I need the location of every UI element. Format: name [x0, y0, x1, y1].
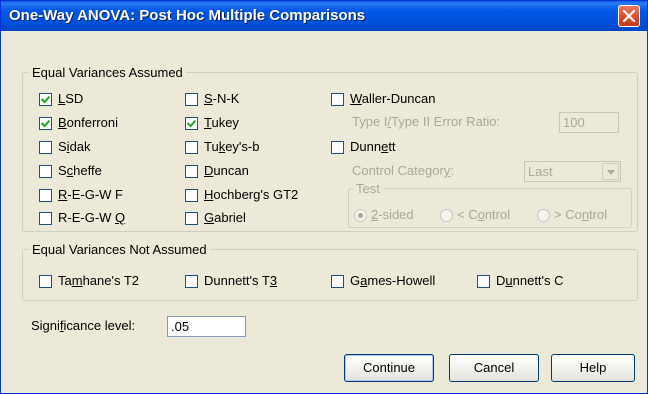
title-bar[interactable]: One-Way ANOVA: Post Hoc Multiple Compari…: [1, 1, 647, 31]
checkbox-box[interactable]: [185, 212, 198, 225]
radio-button[interactable]: [354, 209, 367, 222]
checkbox-box[interactable]: [39, 212, 52, 225]
equal-variances-assumed-legend: Equal Variances Assumed: [29, 65, 186, 80]
checkbox-label: Duncan: [204, 163, 249, 178]
checkbox-box[interactable]: [39, 189, 52, 202]
checkbox-label: Scheffe: [58, 163, 102, 178]
checkbox-box[interactable]: [39, 117, 52, 130]
checkbox-box[interactable]: [185, 117, 198, 130]
checkbox-label: R-E-G-W Q: [58, 210, 126, 225]
type-error-ratio-label: Type I/Type II Error Ratio:: [352, 114, 501, 129]
control-category-value: Last: [528, 164, 553, 179]
significance-level-label: Significance level:: [31, 318, 136, 333]
checkbox-label: Dunnett: [350, 139, 396, 154]
radio-label: 2-sided: [371, 207, 414, 222]
checkbox-label: Waller-Duncan: [350, 91, 436, 106]
checkbox-box[interactable]: [331, 141, 344, 154]
radio-label: > Control: [554, 207, 608, 222]
equal-variances-not-assumed-legend: Equal Variances Not Assumed: [29, 242, 210, 257]
checkmark-icon: [41, 119, 50, 128]
radio-button[interactable]: [537, 209, 550, 222]
control-category-label: Control Category:: [352, 163, 454, 178]
checkbox-label: Sidak: [58, 139, 91, 154]
checkbox-label: Tukey's-b: [204, 139, 260, 154]
checkbox-box[interactable]: [39, 275, 52, 288]
checkbox-label: Bonferroni: [58, 115, 118, 130]
checkbox-label: R-E-G-W F: [58, 187, 123, 202]
checkbox-label: Dunnett's T3: [204, 273, 278, 288]
checkbox-box[interactable]: [477, 275, 490, 288]
checkbox-box[interactable]: [185, 275, 198, 288]
close-icon: [623, 10, 635, 22]
radio-label: < Control: [457, 207, 511, 222]
checkbox-label: Hochberg's GT2: [204, 187, 299, 202]
dropdown-arrow[interactable]: [602, 163, 619, 180]
checkbox-label: Gabriel: [204, 210, 246, 225]
checkbox-label: LSD: [58, 91, 84, 106]
checkbox-box[interactable]: [39, 165, 52, 178]
significance-level-input[interactable]: .05: [167, 316, 246, 337]
control-category-select[interactable]: Last: [524, 161, 621, 182]
checkmark-icon: [41, 95, 50, 104]
checkbox-box[interactable]: [185, 93, 198, 106]
test-legend: Test: [353, 181, 383, 196]
checkbox-box[interactable]: [331, 275, 344, 288]
checkbox-box[interactable]: [39, 141, 52, 154]
dialog-window: One-Way ANOVA: Post Hoc Multiple Compari…: [0, 0, 648, 394]
chevron-down-icon: [607, 170, 615, 175]
checkbox-label: Tukey: [204, 115, 239, 130]
cancel-button[interactable]: Cancel: [449, 354, 539, 382]
checkbox-label: S-N-K: [204, 91, 240, 106]
checkbox-box[interactable]: [185, 141, 198, 154]
checkbox-box[interactable]: [39, 93, 52, 106]
checkbox-label: Games-Howell: [350, 273, 436, 288]
checkbox-box[interactable]: [331, 93, 344, 106]
checkbox-label: Dunnett's C: [496, 273, 564, 288]
close-button[interactable]: [618, 5, 640, 27]
checkbox-box[interactable]: [185, 165, 198, 178]
checkbox-box[interactable]: [185, 189, 198, 202]
checkmark-icon: [187, 119, 196, 128]
checkbox-label: Tamhane's T2: [58, 273, 140, 288]
window-title: One-Way ANOVA: Post Hoc Multiple Compari…: [9, 7, 366, 24]
radio-button[interactable]: [440, 209, 453, 222]
continue-button[interactable]: Continue: [344, 354, 434, 382]
error-ratio-input[interactable]: 100: [559, 112, 619, 133]
help-button[interactable]: Help: [551, 354, 635, 382]
